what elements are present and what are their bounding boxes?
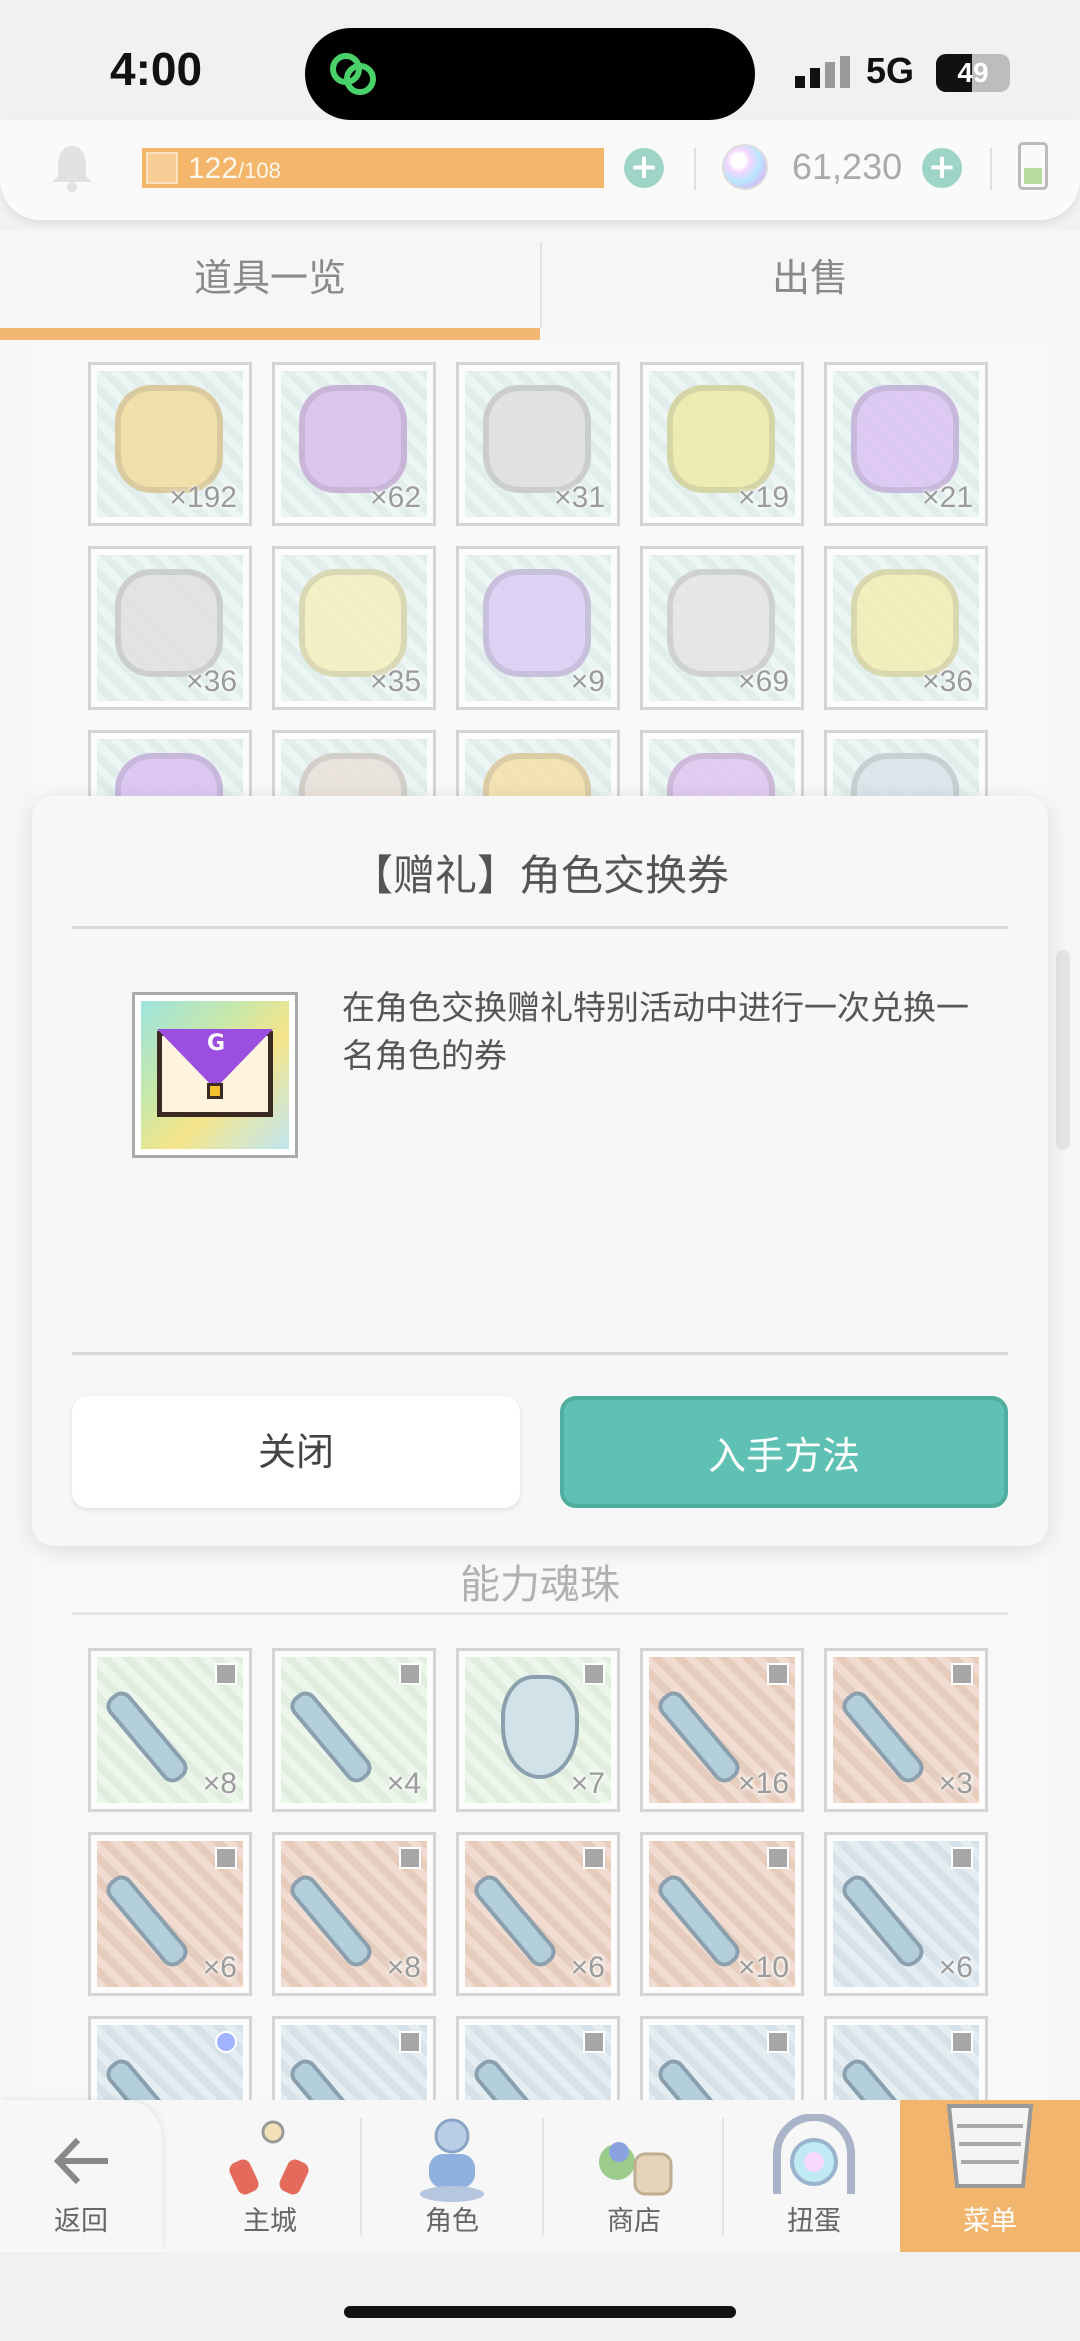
nav-castle-label: 主城	[243, 2206, 297, 2237]
divider	[990, 148, 992, 190]
nav-gacha[interactable]: 扭蛋	[724, 2100, 904, 2252]
tab-item-list[interactable]: 道具一览	[0, 230, 540, 340]
ticket-icon: G	[132, 992, 298, 1158]
status-time: 4:00	[110, 43, 203, 95]
signal-icon	[795, 56, 850, 88]
nav-menu[interactable]: 菜单	[900, 2100, 1080, 2252]
nav-back[interactable]: 返回	[0, 2100, 162, 2252]
stamina-current: 122	[188, 152, 239, 185]
tab-sell[interactable]: 出售	[540, 230, 1080, 340]
tab-bar: 道具一览 出售	[0, 230, 1080, 340]
nav-shop[interactable]: 商店	[544, 2100, 724, 2252]
divider	[694, 148, 696, 190]
home-indicator[interactable]	[344, 2306, 736, 2318]
menu-icon	[946, 2104, 1034, 2188]
dynamic-island	[305, 28, 755, 120]
battery-icon: 49	[936, 54, 1010, 92]
ticket-background: G	[141, 1001, 289, 1149]
lightning-icon	[146, 152, 178, 184]
gem-orb-icon	[722, 144, 768, 190]
close-button[interactable]: 关闭	[72, 1396, 520, 1508]
gem-count: 61,230	[792, 146, 903, 187]
add-stamina-button[interactable]: +	[624, 148, 664, 188]
stamina-value: 122/108	[188, 152, 281, 186]
back-arrow-icon	[53, 2137, 108, 2185]
dialog-divider	[72, 1352, 1008, 1355]
nav-back-label: 返回	[54, 2206, 108, 2237]
network-type: 5G	[866, 50, 915, 91]
how-to-obtain-button[interactable]: 入手方法	[560, 1396, 1008, 1508]
nav-character[interactable]: 角色	[362, 2100, 542, 2252]
dialog-description: 在角色交换赠礼特别活动中进行一次兑换一名角色的券	[342, 988, 969, 1075]
bottom-nav: 返回 主城 角色 商店 扭蛋 菜单	[0, 2100, 1080, 2252]
dialog-title: 【赠礼】角色交换券	[350, 851, 729, 900]
add-gems-button[interactable]: +	[922, 148, 962, 188]
envelope-letter: G	[206, 1031, 226, 1056]
bottom-safe-area	[0, 2252, 1080, 2341]
castle-icon	[229, 2120, 309, 2195]
dialog-divider	[72, 926, 1008, 929]
link-icon	[330, 53, 376, 95]
item-detail-dialog: 【赠礼】角色交换券 G 在角色交换赠礼特别活动中进行一次兑换一名角色的券 关闭 …	[32, 796, 1048, 1546]
character-icon	[420, 2118, 484, 2202]
phone-battery-icon[interactable]	[1018, 142, 1048, 190]
nav-character-label: 角色	[425, 2206, 479, 2237]
nav-gacha-label: 扭蛋	[787, 2206, 841, 2237]
envelope-seal	[207, 1083, 223, 1099]
shop-icon	[599, 2142, 673, 2196]
status-bar: 4:00 5G 49	[0, 0, 1080, 140]
resource-bar: 122/108 + 61,230 +	[0, 120, 1080, 220]
nav-castle[interactable]: 主城	[180, 2100, 360, 2252]
stamina-max: /108	[238, 158, 281, 183]
nav-shop-label: 商店	[607, 2206, 661, 2237]
stamina-bar: 122/108	[142, 148, 604, 188]
gacha-icon	[773, 2114, 855, 2194]
battery-percent: 49	[957, 57, 989, 88]
bell-icon[interactable]	[50, 142, 94, 192]
nav-menu-label: 菜单	[963, 2206, 1017, 2237]
